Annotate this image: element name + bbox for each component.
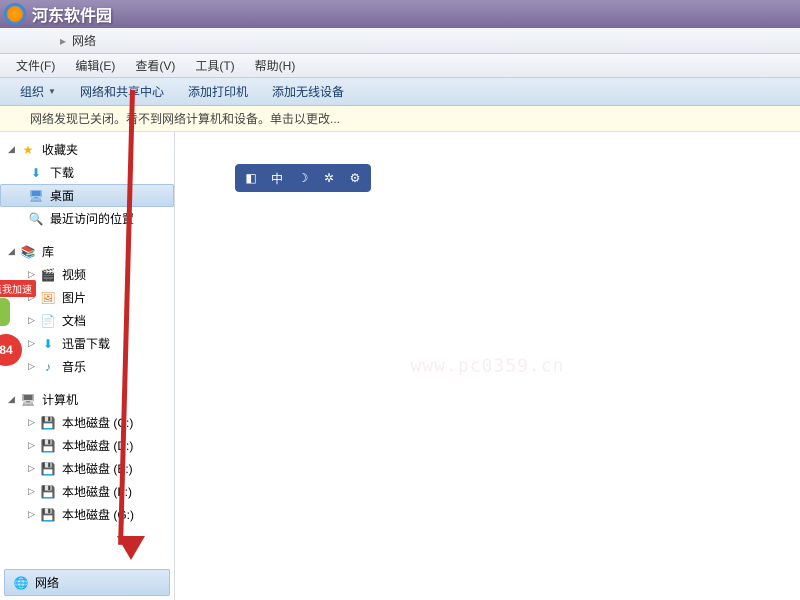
- dropdown-arrow-icon: ▼: [48, 87, 56, 96]
- preview-btn-b[interactable]: 中: [265, 168, 289, 188]
- caret-icon: ▷: [28, 509, 38, 520]
- title-bar: 河东软件园: [0, 0, 800, 28]
- favorites-label: 收藏夹: [42, 141, 78, 158]
- libraries-header[interactable]: ◢ 📚 库: [0, 240, 174, 263]
- count-value: 84: [0, 343, 13, 357]
- caret-icon: ◢: [8, 246, 18, 257]
- caret-icon: ▷: [28, 417, 38, 428]
- content-pane: ◧ 中 ☽ ✲ ⚙ www.pc0359.cn: [175, 132, 800, 600]
- menu-tools[interactable]: 工具(T): [185, 57, 244, 74]
- menu-bar: 文件(F) 编辑(E) 查看(V) 工具(T) 帮助(H): [0, 54, 800, 78]
- caret-icon: ▷: [28, 338, 38, 349]
- disk-c-label: 本地磁盘 (C:): [62, 414, 133, 431]
- disk-icon: 💾: [40, 507, 56, 523]
- network-label: 网络: [35, 574, 59, 591]
- sidebar-disk-e[interactable]: ▷ 💾 本地磁盘 (E:): [0, 457, 174, 480]
- add-printer-button[interactable]: 添加打印机: [176, 78, 260, 105]
- caret-icon: ▷: [28, 315, 38, 326]
- pictures-label: 图片: [62, 289, 86, 306]
- desktop-label: 桌面: [50, 187, 74, 204]
- caret-icon: ▷: [28, 269, 38, 280]
- download-icon: ⬇: [28, 165, 44, 181]
- disk-d-label: 本地磁盘 (D:): [62, 437, 133, 454]
- watermark-logo: 河东软件园: [0, 0, 112, 28]
- videos-label: 视频: [62, 266, 86, 283]
- network-icon: 🌐: [13, 575, 29, 591]
- computer-label: 计算机: [42, 391, 78, 408]
- disk-icon: 💾: [40, 484, 56, 500]
- breadcrumb-network[interactable]: 网络: [66, 32, 102, 49]
- green-badge-icon: [0, 298, 10, 326]
- recent-label: 最近访问的位置: [50, 210, 134, 227]
- disk-icon: 💾: [40, 415, 56, 431]
- menu-view[interactable]: 查看(V): [125, 57, 185, 74]
- caret-icon: ▷: [28, 463, 38, 474]
- preview-btn-a[interactable]: ◧: [239, 168, 263, 188]
- caret-icon: ▷: [28, 361, 38, 372]
- caret-icon: ▷: [28, 486, 38, 497]
- sidebar-disk-g[interactable]: ▷ 💾 本地磁盘 (G:): [0, 503, 174, 526]
- sidebar-desktop[interactable]: 🖥 桌面: [0, 184, 174, 207]
- side-badge: 点我加速: [0, 280, 36, 297]
- document-icon: 📄: [40, 313, 56, 329]
- caret-icon: ◢: [8, 394, 18, 405]
- toolbar: 组织 ▼ 网络和共享中心 添加打印机 添加无线设备: [0, 78, 800, 106]
- main-area: ◢ ★ 收藏夹 ⬇ 下载 🖥 桌面 🔍 最近访问的位置 ◢ 📚 库: [0, 132, 800, 600]
- info-bar[interactable]: 网络发现已关闭。看不到网络计算机和设备。单击以更改...: [0, 106, 800, 132]
- organize-button[interactable]: 组织 ▼: [8, 78, 68, 105]
- music-label: 音乐: [62, 358, 86, 375]
- preview-btn-c[interactable]: ☽: [291, 168, 315, 188]
- disk-e-label: 本地磁盘 (E:): [62, 460, 133, 477]
- favorites-header[interactable]: ◢ ★ 收藏夹: [0, 138, 174, 161]
- sidebar-disk-d[interactable]: ▷ 💾 本地磁盘 (D:): [0, 434, 174, 457]
- xunlei-icon: ⬇: [40, 336, 56, 352]
- caret-icon: ▷: [28, 440, 38, 451]
- preview-btn-e[interactable]: ⚙: [343, 168, 367, 188]
- disk-g-label: 本地磁盘 (G:): [62, 506, 134, 523]
- xunlei-label: 迅雷下载: [62, 335, 110, 352]
- menu-edit[interactable]: 编辑(E): [65, 57, 125, 74]
- video-icon: 🎬: [40, 267, 56, 283]
- sidebar: ◢ ★ 收藏夹 ⬇ 下载 🖥 桌面 🔍 最近访问的位置 ◢ 📚 库: [0, 132, 175, 600]
- organize-label: 组织: [20, 83, 44, 100]
- computer-icon: 🖥: [20, 392, 36, 408]
- sidebar-music[interactable]: ▷ ♪ 音乐: [0, 355, 174, 378]
- computer-section: ◢ 🖥 计算机 ▷ 💾 本地磁盘 (C:) ▷ 💾 本地磁盘 (D:) ▷ 💾 …: [0, 388, 174, 526]
- sidebar-recent[interactable]: 🔍 最近访问的位置: [0, 207, 174, 230]
- disk-icon: 💾: [40, 438, 56, 454]
- add-wireless-button[interactable]: 添加无线设备: [260, 78, 356, 105]
- disk-icon: 💾: [40, 461, 56, 477]
- breadcrumb-bar: ▸ 网络: [0, 28, 800, 54]
- music-icon: ♪: [40, 359, 56, 375]
- sidebar-xunlei[interactable]: ▷ ⬇ 迅雷下载: [0, 332, 174, 355]
- documents-label: 文档: [62, 312, 86, 329]
- downloads-label: 下载: [50, 164, 74, 181]
- recent-icon: 🔍: [28, 211, 44, 227]
- library-icon: 📚: [20, 244, 36, 260]
- accel-badge[interactable]: 点我加速: [0, 280, 36, 297]
- sidebar-disk-f[interactable]: ▷ 💾 本地磁盘 (F:): [0, 480, 174, 503]
- computer-header[interactable]: ◢ 🖥 计算机: [0, 388, 174, 411]
- network-sharing-center-button[interactable]: 网络和共享中心: [68, 78, 176, 105]
- sidebar-disk-c[interactable]: ▷ 💾 本地磁盘 (C:): [0, 411, 174, 434]
- star-icon: ★: [20, 142, 36, 158]
- picture-icon: 🖼: [40, 290, 56, 306]
- sidebar-network[interactable]: 🌐 网络: [4, 569, 170, 596]
- preview-btn-d[interactable]: ✲: [317, 168, 341, 188]
- sidebar-downloads[interactable]: ⬇ 下载: [0, 161, 174, 184]
- sidebar-documents[interactable]: ▷ 📄 文档: [0, 309, 174, 332]
- url-watermark: www.pc0359.cn: [411, 356, 565, 377]
- favorites-section: ◢ ★ 收藏夹 ⬇ 下载 🖥 桌面 🔍 最近访问的位置: [0, 138, 174, 230]
- menu-help[interactable]: 帮助(H): [245, 57, 306, 74]
- libraries-section: ◢ 📚 库 ▷ 🎬 视频 ▷ 🖼 图片 ▷ 📄 文档 ▷ ⬇: [0, 240, 174, 378]
- menu-file[interactable]: 文件(F): [6, 57, 65, 74]
- info-message: 网络发现已关闭。看不到网络计算机和设备。单击以更改...: [30, 110, 340, 127]
- disk-f-label: 本地磁盘 (F:): [62, 483, 132, 500]
- libraries-label: 库: [42, 243, 54, 260]
- logo-icon: [4, 3, 26, 25]
- watermark-text: 河东软件园: [32, 2, 112, 26]
- preview-toolbar: ◧ 中 ☽ ✲ ⚙: [235, 164, 371, 192]
- desktop-icon: 🖥: [28, 188, 44, 204]
- caret-icon: ◢: [8, 144, 18, 155]
